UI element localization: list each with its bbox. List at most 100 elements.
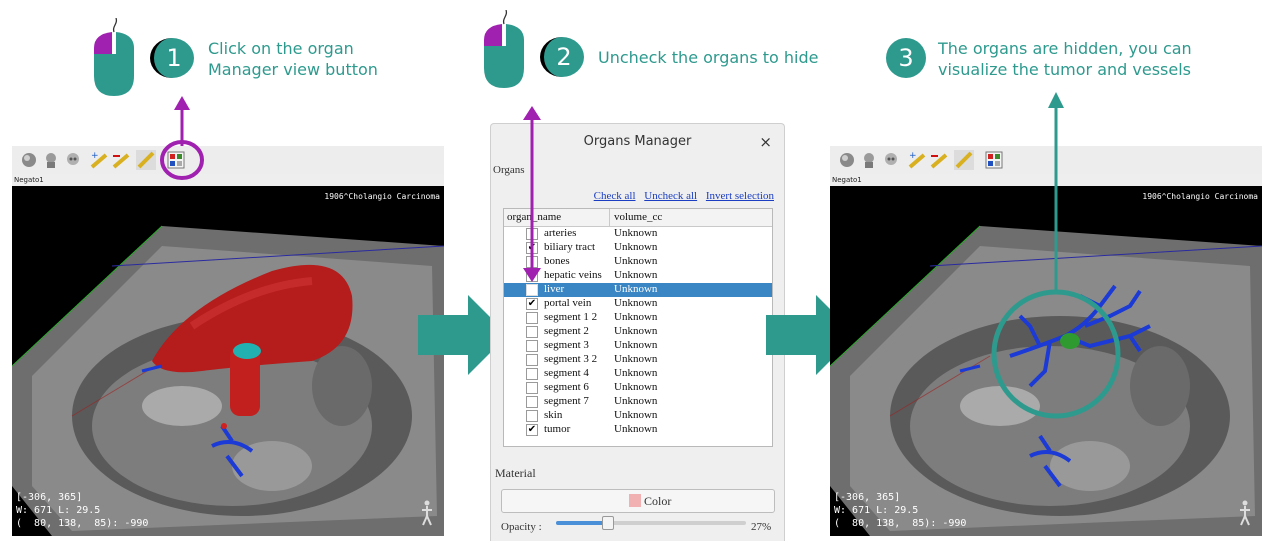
organ-checkbox[interactable]: ✔	[526, 298, 538, 310]
svg-text:+: +	[909, 151, 917, 161]
sphere-view-icon[interactable]	[20, 151, 38, 169]
organ-checkbox[interactable]	[526, 284, 538, 296]
header-volume[interactable]: volume_cc	[614, 211, 662, 223]
ruler-toggle-icon[interactable]	[954, 150, 974, 170]
step-3-text: The organs are hidden, you can visualize…	[938, 38, 1192, 80]
head-view-icon[interactable]	[42, 151, 60, 169]
table-row[interactable]: skin Unknown	[504, 409, 772, 423]
ct-scene-left	[12, 225, 444, 536]
invert-selection-link[interactable]: Invert selection	[706, 190, 774, 202]
sphere-view-icon[interactable]	[838, 151, 856, 169]
step-1-line-2: Manager view button	[208, 60, 378, 79]
remove-ruler-icon[interactable]	[930, 151, 948, 169]
table-row[interactable]: liver Unknown	[504, 283, 772, 297]
step-2-text: Uncheck the organs to hide	[598, 48, 819, 67]
viewer-tab-label: Negato1	[832, 176, 862, 184]
table-row[interactable]: segment 2 Unknown	[504, 325, 772, 339]
color-swatch	[629, 494, 641, 507]
table-row[interactable]: segment 6 Unknown	[504, 381, 772, 395]
remove-ruler-icon[interactable]	[112, 151, 130, 169]
viewer-left: + Negato1 1906^Cholangio Carcinoma [-306	[12, 146, 444, 536]
organ-name-cell: segment 2	[544, 325, 589, 337]
close-button[interactable]: ×	[759, 133, 772, 151]
organ-volume-cell: Unknown	[614, 423, 658, 435]
color-button[interactable]: Color	[501, 489, 775, 513]
organ-checkbox[interactable]	[526, 312, 538, 324]
step-number-3: 3	[886, 38, 926, 78]
selection-links: Check all Uncheck all Invert selection	[588, 190, 774, 202]
skull-view-icon[interactable]	[64, 151, 82, 169]
table-row[interactable]: segment 7 Unknown	[504, 395, 772, 409]
highlight-circle	[160, 140, 204, 180]
head-view-icon[interactable]	[860, 151, 878, 169]
svg-text:+: +	[91, 151, 99, 161]
organ-name-cell: skin	[544, 409, 563, 421]
coords-readout: [-306, 365] W: 671 L: 29.5 ( 80, 138, 85…	[834, 492, 967, 529]
color-button-label: Color	[644, 494, 672, 508]
organ-name-cell: segment 3 2	[544, 353, 598, 365]
opacity-slider[interactable]	[556, 516, 746, 530]
organ-checkbox[interactable]	[526, 326, 538, 338]
uncheck-all-link[interactable]: Uncheck all	[644, 190, 697, 202]
organ-checkbox[interactable]	[526, 354, 538, 366]
organ-checkbox[interactable]: ✔	[526, 424, 538, 436]
organ-volume-cell: Unknown	[614, 353, 658, 365]
step-3-line-2: visualize the tumor and vessels	[938, 60, 1192, 79]
organ-volume-cell: Unknown	[614, 297, 658, 309]
opacity-label: Opacity :	[501, 521, 542, 533]
organ-volume-cell: Unknown	[614, 339, 658, 351]
step-1-text: Click on the organ Manager view button	[208, 38, 378, 80]
organ-name-cell: portal vein	[544, 297, 592, 309]
organ-name-cell: segment 6	[544, 381, 589, 393]
organ-volume-cell: Unknown	[614, 395, 658, 407]
organ-volume-cell: Unknown	[614, 269, 658, 281]
material-label: Material	[495, 466, 536, 480]
viewer-tab-label: Negato1	[14, 176, 44, 184]
coords-readout: [-306, 365] W: 671 L: 29.5 ( 80, 138, 85…	[16, 492, 149, 529]
table-row[interactable]: segment 4 Unknown	[504, 367, 772, 381]
add-ruler-icon[interactable]: +	[90, 151, 108, 169]
organ-name-cell: tumor	[544, 423, 571, 435]
organ-name-cell: segment 3	[544, 339, 589, 351]
organ-checkbox[interactable]	[526, 410, 538, 422]
teal-callout	[991, 92, 1121, 419]
step-1-line-1: Click on the organ	[208, 39, 354, 58]
opacity-slider-handle[interactable]	[602, 516, 615, 530]
organ-volume-cell: Unknown	[614, 227, 658, 239]
organ-volume-cell: Unknown	[614, 367, 658, 379]
organ-checkbox[interactable]	[526, 396, 538, 408]
check-all-link[interactable]: Check all	[594, 190, 636, 202]
organ-volume-cell: Unknown	[614, 381, 658, 393]
scene-3d[interactable]: 1906^Cholangio Carcinoma [-306, 365] W: …	[12, 186, 444, 536]
organ-name-cell: segment 4	[544, 367, 589, 379]
organ-volume-cell: Unknown	[614, 255, 658, 267]
table-row[interactable]: segment 3 Unknown	[504, 339, 772, 353]
organ-checkbox[interactable]	[526, 382, 538, 394]
mouse-click-icon	[484, 10, 524, 88]
orientation-figure-icon	[1240, 500, 1250, 526]
table-row[interactable]: segment 1 2 Unknown	[504, 311, 772, 325]
add-ruler-icon[interactable]: +	[908, 151, 926, 169]
table-row[interactable]: segment 3 2 Unknown	[504, 353, 772, 367]
study-name: 1906^Cholangio Carcinoma	[324, 192, 440, 201]
mouse-click-icon	[94, 18, 134, 96]
organ-checkbox[interactable]	[526, 368, 538, 380]
ruler-toggle-icon[interactable]	[136, 150, 156, 170]
organ-checkbox[interactable]	[526, 340, 538, 352]
step-number-1: 1	[150, 38, 194, 78]
orientation-figure-icon	[422, 500, 432, 526]
organ-name-cell: bones	[544, 255, 570, 267]
organ-name-cell: segment 1 2	[544, 311, 598, 323]
table-row[interactable]: ✔ portal vein Unknown	[504, 297, 772, 311]
viewer-toolbar: +	[12, 146, 444, 174]
organ-volume-cell: Unknown	[614, 241, 658, 253]
step-3-line-1: The organs are hidden, you can	[938, 39, 1192, 58]
skull-view-icon[interactable]	[882, 151, 900, 169]
organ-name-cell: liver	[544, 283, 565, 295]
opacity-value: 27%	[751, 521, 772, 533]
table-row[interactable]: ✔ tumor Unknown	[504, 423, 772, 437]
step-number-2: 2	[540, 37, 584, 77]
organ-volume-cell: Unknown	[614, 311, 658, 323]
opacity-slider-fill	[556, 521, 608, 525]
organ-name-cell: hepatic veins	[544, 269, 602, 281]
